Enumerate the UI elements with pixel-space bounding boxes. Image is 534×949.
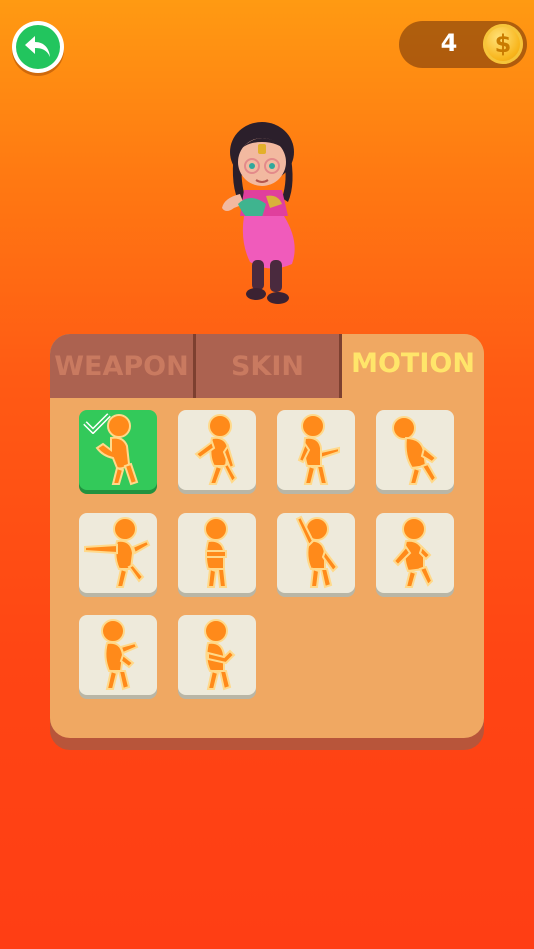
dance-pose-10-icon xyxy=(204,619,236,691)
dance-pose-8-icon xyxy=(392,517,434,588)
motion-slot-7[interactable] xyxy=(277,513,355,593)
dance-pose-5-icon xyxy=(84,517,151,588)
motion-slot-3[interactable] xyxy=(277,410,355,490)
motion-slot-2[interactable] xyxy=(178,410,256,490)
motion-slot-5[interactable] xyxy=(79,513,157,593)
tab-skin[interactable]: SKIN xyxy=(196,334,339,398)
dance-pose-6-icon xyxy=(204,517,228,588)
motion-slot-6[interactable] xyxy=(178,513,256,593)
check-icon xyxy=(83,413,111,434)
dance-pose-3-icon xyxy=(297,414,340,485)
coin-symbol: $ xyxy=(494,30,512,58)
coin-counter: 4 $ xyxy=(399,21,527,68)
dance-pose-9-icon xyxy=(101,619,139,691)
tab-motion-label: MOTION xyxy=(351,347,475,379)
dance-pose-4-icon xyxy=(392,416,438,485)
motion-slot-1[interactable] xyxy=(79,410,157,490)
motion-slot-4[interactable] xyxy=(376,410,454,490)
back-button[interactable] xyxy=(12,21,64,73)
tab-skin-label: SKIN xyxy=(230,350,304,382)
character-preview xyxy=(200,112,320,312)
tab-weapon-label: WEAPON xyxy=(54,350,189,382)
motion-slot-10[interactable] xyxy=(178,615,256,695)
motion-slot-9[interactable] xyxy=(79,615,157,695)
tab-weapon[interactable]: WEAPON xyxy=(50,334,193,398)
coin-count: 4 xyxy=(440,29,458,57)
tab-motion[interactable]: MOTION xyxy=(342,334,484,396)
motion-slot-8[interactable] xyxy=(376,513,454,593)
back-arrow-icon xyxy=(16,25,60,69)
dance-pose-2-icon xyxy=(194,414,238,485)
dance-pose-7-icon xyxy=(295,515,339,589)
gold-coin-icon: $ xyxy=(483,24,523,64)
customize-panel: WEAPON SKIN MOTION xyxy=(50,334,484,738)
